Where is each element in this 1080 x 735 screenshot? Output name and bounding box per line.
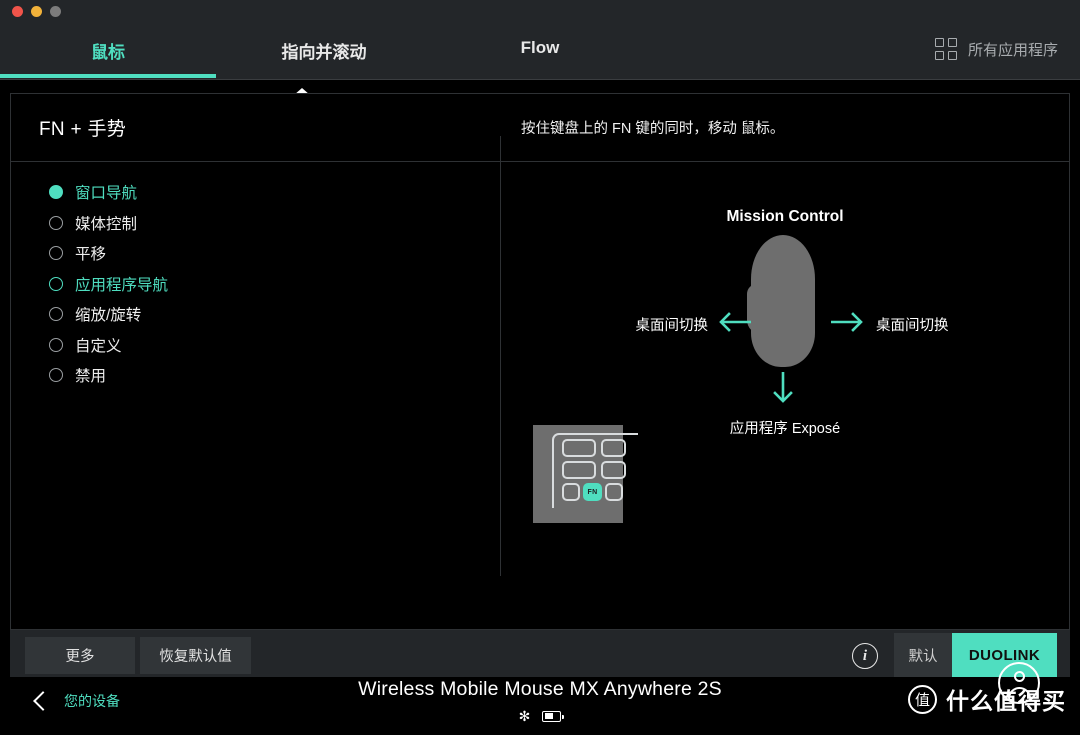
minimize-window-button[interactable] (31, 6, 42, 17)
option-label: 媒体控制 (75, 215, 138, 233)
option-label: 平移 (75, 246, 107, 264)
panel-description: 按住键盘上的 FN 键的同时，移动 鼠标。 (521, 121, 785, 137)
grid-icon (934, 38, 957, 60)
option-custom[interactable]: 自定义 (49, 330, 469, 361)
action-bar: 更多 恢复默认值 i 默认 DUOLINK (10, 630, 1070, 678)
gesture-option-list: 窗口导航 媒体控制 平移 应用程序导航 缩放/旋转 自定义 禁用 (49, 177, 469, 391)
arrow-down-icon (768, 371, 798, 405)
info-glyph: i (862, 647, 868, 664)
tab-bar: 鼠标 指向并滚动 Flow (0, 26, 1080, 80)
window-controls (12, 6, 61, 17)
tab-mouse-label: 鼠标 (91, 43, 125, 62)
footer-bar: 您的设备 Wireless Mobile Mouse MX Anywhere 2… (0, 662, 1080, 735)
key-outline (601, 439, 626, 457)
radio-icon (49, 185, 63, 200)
diagram-right-label: 桌面间切换 (876, 318, 949, 334)
panel-header: FN + 手势 按住键盘上的 FN 键的同时，移动 鼠标。 (11, 94, 1069, 162)
key-outline (601, 461, 626, 479)
tab-flow[interactable]: Flow (432, 26, 648, 80)
keyboard-hint-graphic: FN (533, 425, 638, 523)
option-disabled[interactable]: 禁用 (49, 360, 469, 391)
diagram-left-label: 桌面间切换 (635, 318, 709, 334)
info-icon[interactable]: i (852, 643, 878, 669)
all-applications-button[interactable]: 所有应用程序 (934, 38, 1058, 60)
tab-flow-label: Flow (520, 38, 560, 57)
segment-default[interactable]: 默认 (894, 633, 952, 678)
key-outline (562, 439, 596, 457)
radio-icon (49, 307, 63, 322)
active-tab-indicator (0, 74, 216, 78)
bluetooth-icon: ✻ (518, 708, 531, 724)
option-zoom-rotate[interactable]: 缩放/旋转 (49, 299, 469, 330)
watermark-text: 什么值得买 (946, 688, 1066, 714)
panel-body: 窗口导航 媒体控制 平移 应用程序导航 缩放/旋转 自定义 禁用 Mission… (11, 162, 1069, 576)
tab-bar-divider (0, 79, 1080, 80)
radio-icon (49, 337, 63, 352)
option-window-navigation[interactable]: 窗口导航 (49, 177, 469, 208)
restore-defaults-button[interactable]: 恢复默认值 (140, 637, 251, 674)
radio-icon (49, 215, 63, 230)
watermark-badge: 值 (908, 684, 937, 714)
app-window: 鼠标 指向并滚动 Flow 所有应用程序 FN + 手势 按住键盘上的 FN 键… (0, 0, 1080, 735)
settings-panel: FN + 手势 按住键盘上的 FN 键的同时，移动 鼠标。 窗口导航 媒体控制 … (10, 93, 1070, 630)
site-watermark: 值 什么值得买 (908, 682, 1066, 716)
option-app-navigation[interactable]: 应用程序导航 (49, 269, 469, 300)
option-label: 禁用 (75, 368, 107, 386)
tab-mouse[interactable]: 鼠标 (0, 26, 216, 80)
radio-icon (49, 246, 63, 261)
diagram-up-label: Mission Control (726, 208, 844, 225)
option-label: 窗口导航 (75, 185, 138, 203)
fn-key: FN (583, 483, 602, 501)
option-label: 缩放/旋转 (75, 307, 142, 325)
key-outline (562, 461, 596, 479)
gesture-diagram: Mission Control 桌面间切换 桌面间切换 应用程序 Exposé … (500, 162, 1070, 576)
zoom-window-button[interactable] (50, 6, 61, 17)
panel-header-divider (500, 136, 501, 162)
arrow-right-icon (830, 307, 866, 337)
radio-icon (49, 368, 63, 383)
arrow-left-icon (716, 307, 752, 337)
option-label: 应用程序导航 (75, 276, 169, 294)
tab-point-and-scroll[interactable]: 指向并滚动 (216, 26, 432, 80)
all-applications-label: 所有应用程序 (967, 41, 1058, 59)
battery-icon (542, 710, 564, 722)
option-media-control[interactable]: 媒体控制 (49, 208, 469, 239)
title-bar: 鼠标 指向并滚动 Flow 所有应用程序 (0, 0, 1080, 80)
key-outline (562, 483, 580, 501)
option-pan[interactable]: 平移 (49, 238, 469, 269)
fn-key-label: FN (587, 488, 598, 496)
tab-point-and-scroll-label: 指向并滚动 (281, 43, 367, 62)
option-label: 自定义 (75, 337, 122, 355)
key-outline (605, 483, 623, 501)
page-title: FN + 手势 (39, 119, 127, 140)
more-button[interactable]: 更多 (25, 637, 135, 674)
close-window-button[interactable] (12, 6, 23, 17)
radio-icon (49, 276, 63, 291)
avatar-head-shape (1013, 671, 1025, 682)
